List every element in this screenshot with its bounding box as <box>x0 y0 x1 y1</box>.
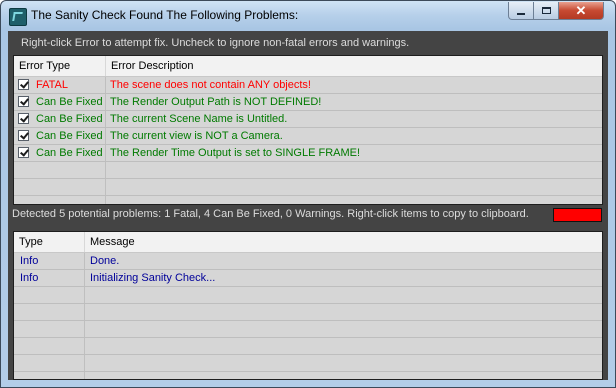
column-header-error-description[interactable]: Error Description <box>106 56 602 76</box>
log-row[interactable]: Info Done. <box>14 253 602 270</box>
log-row[interactable] <box>14 355 602 372</box>
log-row[interactable] <box>14 304 602 321</box>
errors-list-header: Error Type Error Description <box>14 56 602 77</box>
error-enabled-checkbox[interactable] <box>18 130 29 141</box>
error-type: Can Be Fixed <box>36 113 103 125</box>
log-message: Done. <box>90 255 120 267</box>
error-description: The Render Output Path is NOT DEFINED! <box>110 96 322 108</box>
close-icon: ✕ <box>575 2 587 18</box>
error-type: Can Be Fixed <box>36 130 103 142</box>
errors-list-rows: FATAL The scene does not contain ANY obje… <box>14 77 602 196</box>
error-status-indicator <box>553 208 602 222</box>
error-row[interactable]: Can Be Fixed The current view is NOT a Ca… <box>14 128 602 145</box>
minimize-button[interactable] <box>508 2 534 20</box>
log-row[interactable]: Info Initializing Sanity Check... <box>14 270 602 287</box>
app-icon[interactable] <box>9 8 27 26</box>
log-row[interactable] <box>14 321 602 338</box>
window-title: The Sanity Check Found The Following Pro… <box>31 8 299 22</box>
sanity-check-window: The Sanity Check Found The Following Pro… <box>0 0 616 388</box>
title-bar[interactable]: The Sanity Check Found The Following Pro… <box>1 1 615 31</box>
dialog-client-area: Right-click Error to attempt fix. Unchec… <box>8 31 608 380</box>
log-message: Initializing Sanity Check... <box>90 272 216 284</box>
log-type: Info <box>20 255 39 267</box>
error-enabled-checkbox[interactable] <box>18 96 29 107</box>
error-row[interactable]: Can Be Fixed The Render Output Path is NO… <box>14 94 602 111</box>
error-description: The Render Time Output is set to SINGLE … <box>110 147 361 159</box>
error-type: FATAL <box>36 79 68 91</box>
log-list-rows: Info Done. Info Initializing Sanity Check..… <box>14 253 602 372</box>
error-enabled-checkbox[interactable] <box>18 147 29 158</box>
error-row[interactable]: Can Be Fixed The Render Time Output is se… <box>14 145 602 162</box>
error-type: Can Be Fixed <box>36 147 103 159</box>
errors-list[interactable]: Error Type Error Description FATAL The sc… <box>13 55 603 205</box>
error-description: The scene does not contain ANY objects! <box>110 79 311 91</box>
error-row[interactable] <box>14 162 602 179</box>
minimize-icon <box>517 12 525 15</box>
log-list-header: Type Message <box>14 232 602 253</box>
error-type: Can Be Fixed <box>36 96 103 108</box>
maximize-icon <box>541 7 551 14</box>
error-row[interactable]: FATAL The scene does not contain ANY obje… <box>14 77 602 94</box>
instructions-text: Right-click Error to attempt fix. Unchec… <box>21 37 410 49</box>
error-enabled-checkbox[interactable] <box>18 113 29 124</box>
error-row[interactable]: Can Be Fixed The current Scene Name is Un… <box>14 111 602 128</box>
log-type: Info <box>20 272 39 284</box>
log-row[interactable] <box>14 287 602 304</box>
error-row[interactable] <box>14 179 602 196</box>
column-header-type[interactable]: Type <box>14 232 85 252</box>
error-description: The current Scene Name is Untitled. <box>110 113 288 125</box>
error-description: The current view is NOT a Camera. <box>110 130 283 142</box>
maximize-button[interactable] <box>533 2 559 20</box>
close-button[interactable]: ✕ <box>558 2 604 20</box>
column-header-message[interactable]: Message <box>85 232 602 252</box>
log-row[interactable] <box>14 338 602 355</box>
error-enabled-checkbox[interactable] <box>18 79 29 90</box>
log-list[interactable]: Type Message Info Done. Info Initializing S… <box>13 231 603 380</box>
status-text: Detected 5 potential problems: 1 Fatal, … <box>12 208 529 220</box>
column-header-error-type[interactable]: Error Type <box>14 56 106 76</box>
